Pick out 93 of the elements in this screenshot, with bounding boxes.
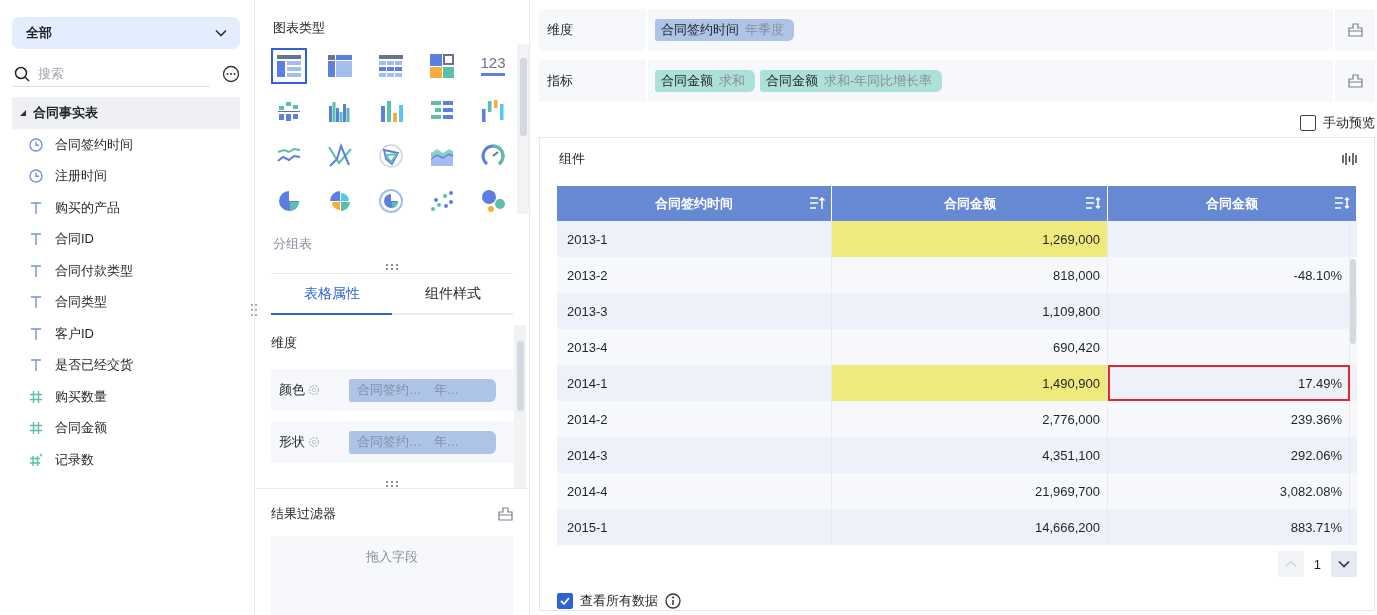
field-item[interactable]: 购买的产品 [12,192,240,224]
column-chart-icon [378,98,404,124]
shelf-drop-zone[interactable]: 合同金额 求和 合同金额 求和-年同比增长率 [648,60,1333,102]
bubble-chart-icon [480,188,506,214]
scrollbar-thumb[interactable] [520,58,528,136]
table-cell: 14,666,200 [832,509,1108,546]
field-item[interactable]: 是否已经交货 [12,349,240,381]
table-cell[interactable] [1108,293,1350,330]
table-cell: 2014-4 [557,473,832,510]
rose-chart-icon [327,188,353,214]
chart-type-name: 分组表 [272,235,313,253]
table-cell[interactable] [1108,221,1350,258]
layout-icon [1347,74,1363,88]
parallel-chart-icon [327,143,353,169]
field-item[interactable]: 合同类型 [12,286,240,318]
section-title: 维度 [271,334,298,352]
table-cell[interactable]: -48.10% [1108,257,1350,294]
tab[interactable]: 表格属性 [271,274,392,315]
property-label: 形状 [279,433,305,451]
card-title: 组件 [559,149,585,168]
field-tag[interactable]: 合同金额 求和 [655,70,755,92]
table-cell: 2013-3 [557,293,832,330]
sort-icon[interactable] [1085,196,1101,211]
table-cell: 2014-3 [557,437,832,474]
table-cell: 690,420 [832,329,1108,366]
table-cell: 2015-1 [557,509,832,546]
field-tag[interactable]: 合同金额 求和-年同比增长率 [760,70,943,92]
ring-chart-icon [378,188,404,214]
chart-type-button[interactable] [271,48,307,84]
field-item[interactable]: 合同付款类型 [12,255,240,287]
info-icon[interactable] [665,593,681,609]
bars-icon[interactable] [1342,151,1357,166]
drag-handle-icon[interactable] [384,480,400,488]
table-cell[interactable]: 3,082.08% [1108,473,1350,510]
table-cell: 2013-2 [557,257,832,294]
table-cell[interactable]: 17.49% [1108,365,1350,402]
field-item[interactable]: 注册时间 [12,160,240,192]
table-cell: 2,776,000 [832,401,1108,438]
next-page-button[interactable] [1331,551,1357,578]
scrollbar-thumb[interactable] [517,341,524,411]
layout-icon [498,507,513,521]
manual-preview-checkbox[interactable]: 手动预览 [1300,114,1375,132]
table-cell: 2014-2 [557,401,832,438]
layout-icon [1347,23,1363,37]
field-item[interactable]: 合同ID [12,223,240,255]
checkmark-icon [559,595,571,607]
range-column-icon [480,98,506,124]
more-icon[interactable] [222,65,240,83]
field-item[interactable]: 合同金额 [12,412,240,444]
section-title: 结果过滤器 [271,505,336,523]
field-item[interactable]: 客户ID [12,318,240,350]
drag-handle-icon[interactable] [384,263,400,271]
table-cell: 4,351,100 [832,437,1108,474]
sort-ascending-icon[interactable] [809,196,825,211]
pie-chart-icon [276,188,302,214]
shelf-label: 维度 [539,9,646,51]
table-cell[interactable]: 239.36% [1108,401,1350,438]
page-number: 1 [1313,556,1321,572]
scrollbar-thumb[interactable] [1350,259,1356,345]
table-cell: 1,109,800 [832,293,1108,330]
table-icon [378,53,404,79]
field-item[interactable]: 记录数 [12,444,240,476]
view-all-data-checkbox[interactable]: 查看所有数据 [557,592,658,610]
property-label: 颜色 [279,381,305,399]
field-tag[interactable]: 合同签约时间 年季度 [655,19,794,41]
table-cell: 2013-1 [557,221,832,258]
table-cell: 1,490,900 [832,365,1108,402]
scatter-chart-icon [429,188,455,214]
field-item[interactable]: 购买数量 [12,381,240,413]
sort-icon[interactable] [1334,196,1350,211]
table-cell[interactable]: 883.71% [1108,509,1350,546]
table-icon [327,53,353,79]
search-icon [14,65,30,82]
drag-handle-icon[interactable] [250,302,258,318]
scrollbar-track[interactable] [1350,221,1357,546]
table-icon [276,53,302,79]
field-item[interactable]: 合同签约时间 [12,129,240,161]
table-cell: 21,969,700 [832,473,1108,510]
table-cell: 1,269,000 [832,221,1108,258]
table-cell: 2013-4 [557,329,832,366]
shelf-drop-zone[interactable]: 合同签约时间 年季度 [648,9,1333,51]
panel-title: 图表类型 [272,19,326,37]
tab[interactable]: 组件样式 [392,274,513,315]
treemap-icon [429,53,455,79]
table-cell: 818,000 [832,257,1108,294]
shelf-label: 指标 [539,60,646,102]
table-cell[interactable] [1108,329,1350,366]
table-cell[interactable]: 292.06% [1108,437,1350,474]
tree-group[interactable]: 合同事实表 [12,97,240,129]
table-cell: 2014-1 [557,365,832,402]
radar-chart-icon [378,143,404,169]
group-label: 合同事实表 [33,104,98,122]
scope-dropdown[interactable]: 全部 [12,17,240,49]
